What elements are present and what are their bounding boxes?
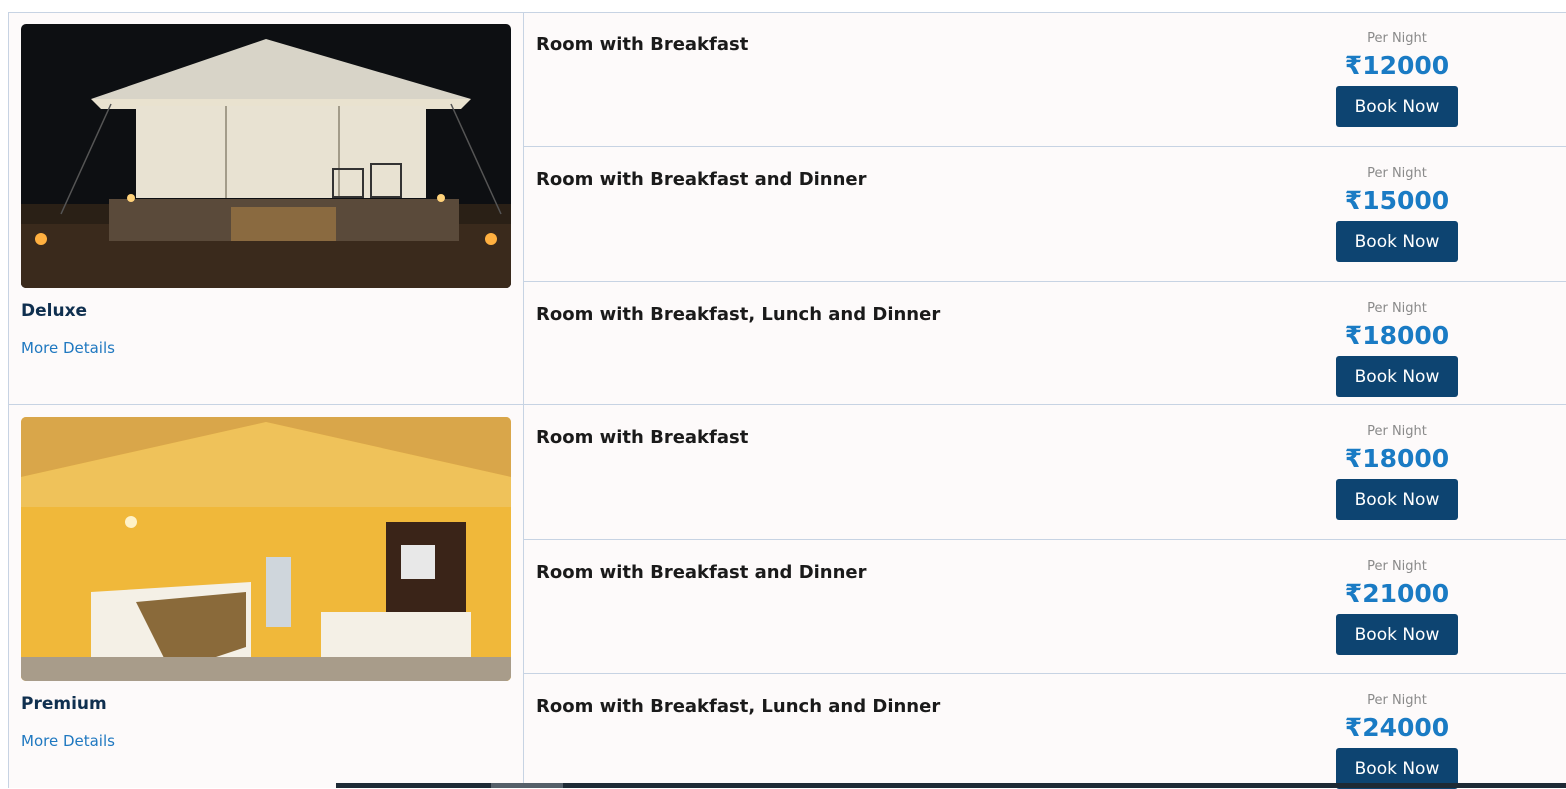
more-details-link[interactable]: More Details — [21, 732, 115, 750]
rate-plan: Room with Breakfast, Lunch and Dinner Pe… — [524, 282, 1566, 404]
room-photo[interactable] — [21, 417, 511, 681]
plan-title: Room with Breakfast, Lunch and Dinner — [536, 304, 941, 325]
plan-title: Room with Breakfast, Lunch and Dinner — [536, 696, 941, 717]
price: ₹21000 — [1336, 578, 1458, 610]
tent-night-photo — [21, 24, 511, 288]
rate-plan: Room with Breakfast, Lunch and Dinner Pe… — [524, 674, 1566, 789]
rate-plan: Room with Breakfast Per Night ₹18000 Boo… — [524, 405, 1566, 540]
price-value: 15000 — [1362, 186, 1450, 215]
room-name: Deluxe — [21, 301, 88, 321]
per-night-label: Per Night — [1367, 31, 1427, 46]
price-box: Per Night ₹18000 Book Now — [1336, 300, 1458, 397]
price-value: 12000 — [1362, 51, 1450, 80]
per-night-label: Per Night — [1367, 693, 1427, 708]
more-details-link[interactable]: More Details — [21, 339, 115, 357]
horizontal-scrollbar[interactable] — [336, 783, 1566, 788]
rate-plan: Room with Breakfast and Dinner Per Night… — [524, 147, 1566, 282]
plan-title: Room with Breakfast and Dinner — [536, 562, 867, 583]
rate-plan: Room with Breakfast and Dinner Per Night… — [524, 540, 1566, 674]
price-box: Per Night ₹15000 Book Now — [1336, 165, 1458, 262]
per-night-label: Per Night — [1367, 424, 1427, 439]
book-now-button[interactable]: Book Now — [1336, 479, 1458, 520]
price-box: Per Night ₹18000 Book Now — [1336, 423, 1458, 520]
room-row-premium: Premium More Details Room with Breakfast… — [8, 405, 1566, 789]
price-box: Per Night ₹12000 Book Now — [1336, 30, 1458, 127]
rupee-icon: ₹ — [1344, 321, 1363, 350]
room-info: Premium More Details — [8, 405, 524, 788]
price-value: 18000 — [1362, 444, 1450, 473]
per-night-label: Per Night — [1367, 559, 1427, 574]
room-info: Deluxe More Details — [8, 12, 524, 404]
book-now-button[interactable]: Book Now — [1336, 221, 1458, 262]
book-now-button[interactable]: Book Now — [1336, 614, 1458, 655]
room-name: Premium — [21, 694, 107, 714]
price: ₹15000 — [1336, 185, 1458, 217]
rupee-icon: ₹ — [1344, 444, 1363, 473]
per-night-label: Per Night — [1367, 301, 1427, 316]
rupee-icon: ₹ — [1344, 51, 1363, 80]
scrollbar-thumb[interactable] — [491, 783, 563, 788]
price-value: 21000 — [1362, 579, 1450, 608]
price: ₹24000 — [1336, 712, 1458, 744]
price-value: 24000 — [1362, 713, 1450, 742]
per-night-label: Per Night — [1367, 166, 1427, 181]
price-box: Per Night ₹24000 Book Now — [1336, 692, 1458, 789]
room-photo[interactable] — [21, 24, 511, 288]
plan-title: Room with Breakfast and Dinner — [536, 169, 867, 190]
price-box: Per Night ₹21000 Book Now — [1336, 558, 1458, 655]
book-now-button[interactable]: Book Now — [1336, 86, 1458, 127]
room-row-deluxe: Deluxe More Details Room with Breakfast … — [8, 12, 1566, 405]
rupee-icon: ₹ — [1344, 579, 1363, 608]
rate-plan: Room with Breakfast Per Night ₹12000 Boo… — [524, 12, 1566, 147]
rupee-icon: ₹ — [1344, 186, 1363, 215]
price: ₹18000 — [1336, 443, 1458, 475]
book-now-button[interactable]: Book Now — [1336, 356, 1458, 397]
tent-interior-photo — [21, 417, 511, 681]
price: ₹18000 — [1336, 320, 1458, 352]
rupee-icon: ₹ — [1344, 713, 1363, 742]
price-value: 18000 — [1362, 321, 1450, 350]
price: ₹12000 — [1336, 50, 1458, 82]
plan-title: Room with Breakfast — [536, 427, 749, 448]
plan-title: Room with Breakfast — [536, 34, 749, 55]
